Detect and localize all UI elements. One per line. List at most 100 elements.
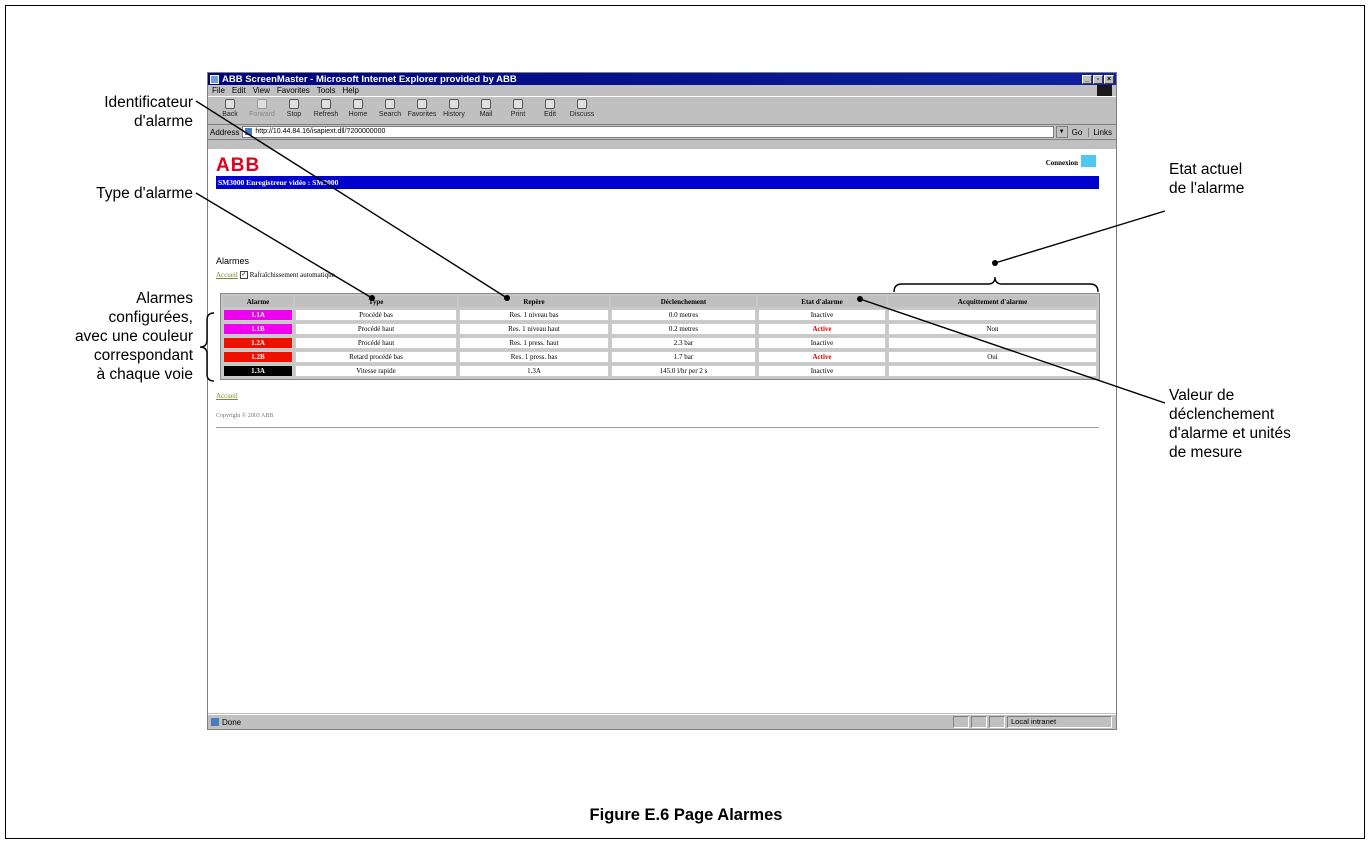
menu-tools[interactable]: Tools: [317, 86, 336, 95]
favorites-button[interactable]: Favorites: [406, 97, 438, 118]
connexion-icon[interactable]: [1081, 155, 1096, 167]
type-cell: Procédé bas: [295, 309, 457, 321]
minimize-button[interactable]: _: [1082, 74, 1092, 84]
forward-button[interactable]: Forward: [246, 97, 278, 118]
favorites-icon: [417, 99, 427, 109]
trip-cell: 2.3 bar: [611, 337, 756, 349]
menu-help[interactable]: Help: [342, 86, 358, 95]
auto-refresh-checkbox[interactable]: ✓: [239, 271, 248, 279]
history-button[interactable]: History: [438, 97, 470, 118]
header-etat: Etat d'alarme: [758, 296, 886, 307]
table-row: 1.1A Procédé bas Res. 1 niveau bas 0.0 m…: [223, 309, 1097, 321]
refresh-button[interactable]: Refresh: [310, 97, 342, 118]
home-icon: [353, 99, 363, 109]
state-cell: Inactive: [758, 337, 886, 349]
callout-line: de mesure: [1169, 444, 1243, 461]
discuss-label: Discuss: [569, 111, 595, 118]
nav-row: Accueil ✓ Rafraîchissement automatique: [216, 271, 335, 279]
window-title: ABB ScreenMaster - Microsoft Internet Ex…: [222, 73, 517, 85]
trip-cell: 0.2 metres: [611, 323, 756, 335]
status-done: Done: [208, 718, 241, 727]
back-arrow-icon: [225, 99, 235, 109]
stop-button[interactable]: Stop: [278, 97, 310, 118]
ack-cell[interactable]: [888, 309, 1097, 321]
toolbar: Back Forward Stop Refresh Home Search Fa…: [208, 96, 1116, 125]
ack-cell[interactable]: Oui: [888, 351, 1097, 363]
status-cell: [953, 716, 969, 728]
edit-icon: [545, 99, 555, 109]
header-declenchement: Déclenchement: [611, 296, 756, 307]
search-button[interactable]: Search: [374, 97, 406, 118]
figure-caption: Figure E.6 Page Alarmes: [589, 806, 783, 824]
header-type: Type: [295, 296, 457, 307]
callout-line: d'alarme: [134, 113, 193, 130]
divider: [216, 427, 1099, 428]
callout-line: à chaque voie: [96, 366, 193, 383]
search-label: Search: [378, 111, 402, 118]
back-button[interactable]: Back: [214, 97, 246, 118]
history-label: History: [443, 111, 465, 118]
ack-cell[interactable]: [888, 365, 1097, 377]
edit-button[interactable]: Edit: [534, 97, 566, 118]
callout-line: déclenchement: [1169, 406, 1275, 423]
tag-cell: Res. 1 niveau bas: [459, 309, 609, 321]
callout-valeur: Valeur de déclenchement d'alarme et unit…: [1169, 386, 1359, 462]
menu-edit[interactable]: Edit: [232, 86, 246, 95]
auto-refresh-label: Rafraîchissement automatique: [249, 271, 335, 279]
alarm-id-cell: 1.1B: [223, 323, 293, 335]
type-cell: Vitesse rapide: [295, 365, 457, 377]
go-button[interactable]: Go: [1072, 128, 1083, 137]
table-row: 1.1B Procédé haut Res. 1 niveau haut 0.2…: [223, 323, 1097, 335]
status-cell: [989, 716, 1005, 728]
menu-file[interactable]: File: [212, 86, 225, 95]
table-row: 1.3A Vitesse rapide 1.3A 145.0 l/hr per …: [223, 365, 1097, 377]
alarms-table: Alarme Type Repère Déclenchement Etat d'…: [220, 293, 1100, 380]
page-icon: [211, 718, 219, 726]
alarm-id-cell: 1.2B: [223, 351, 293, 363]
tag-cell: Res. 1 niveau haut: [459, 323, 609, 335]
callout-line: Identificateur: [104, 94, 193, 111]
refresh-label: Refresh: [313, 111, 339, 118]
connexion-link[interactable]: Connexion: [1046, 159, 1078, 167]
page-content: ABB Connexion SM3000 Enregistreur vidéo …: [208, 149, 1116, 713]
address-bar: Address http://10.44.84.16/isapiext.dll/…: [208, 125, 1116, 140]
callout-line: correspondant: [93, 347, 193, 364]
callout-etat-actuel: Etat actuel de l'alarme: [1169, 160, 1349, 198]
print-button[interactable]: Print: [502, 97, 534, 118]
ack-cell[interactable]: [888, 337, 1097, 349]
menu-favorites[interactable]: Favorites: [277, 86, 310, 95]
address-label: Address: [210, 127, 240, 137]
forward-label: Forward: [249, 111, 275, 118]
mail-label: Mail: [479, 111, 493, 118]
trip-cell: 145.0 l/hr per 2 s: [611, 365, 756, 377]
ack-cell[interactable]: Non: [888, 323, 1097, 335]
page-title: Alarmes: [216, 256, 250, 266]
callout-alarmes-configurees: Alarmes configurées, avec une couleur co…: [20, 289, 193, 384]
abb-logo: ABB: [216, 155, 261, 176]
home-button[interactable]: Home: [342, 97, 374, 118]
table-row: 1.2A Procédé haut Res. 1 press. haut 2.3…: [223, 337, 1097, 349]
print-icon: [513, 99, 523, 109]
maximize-button[interactable]: ▫: [1093, 74, 1103, 84]
menu-view[interactable]: View: [253, 86, 270, 95]
zone-indicator: Local intranet: [1007, 716, 1112, 728]
favorites-label: Favorites: [407, 111, 437, 118]
mail-button[interactable]: Mail: [470, 97, 502, 118]
address-dropdown-icon[interactable]: ▼: [1055, 126, 1068, 138]
windows-logo-icon: [1097, 85, 1112, 96]
banner: SM3000 Enregistreur vidéo : SM3000: [216, 176, 1099, 189]
trip-cell: 1.7 bar: [611, 351, 756, 363]
home-link[interactable]: Accueil: [216, 271, 238, 279]
footer-home-link[interactable]: Accueil: [216, 392, 238, 400]
callout-line: avec une couleur: [74, 328, 193, 345]
callout-line: de l'alarme: [1169, 180, 1245, 197]
history-icon: [449, 99, 459, 109]
close-button[interactable]: ×: [1104, 74, 1114, 84]
tag-cell: Res. 1 press. bas: [459, 351, 609, 363]
links-button[interactable]: Links: [1088, 127, 1112, 137]
table-row: 1.2B Retard procédé bas Res. 1 press. ba…: [223, 351, 1097, 363]
callout-line: Valeur de: [1169, 387, 1235, 404]
type-cell: Procédé haut: [295, 323, 457, 335]
address-input[interactable]: http://10.44.84.16/isapiext.dll/?2000000…: [242, 126, 1054, 138]
discuss-button[interactable]: Discuss: [566, 97, 598, 118]
